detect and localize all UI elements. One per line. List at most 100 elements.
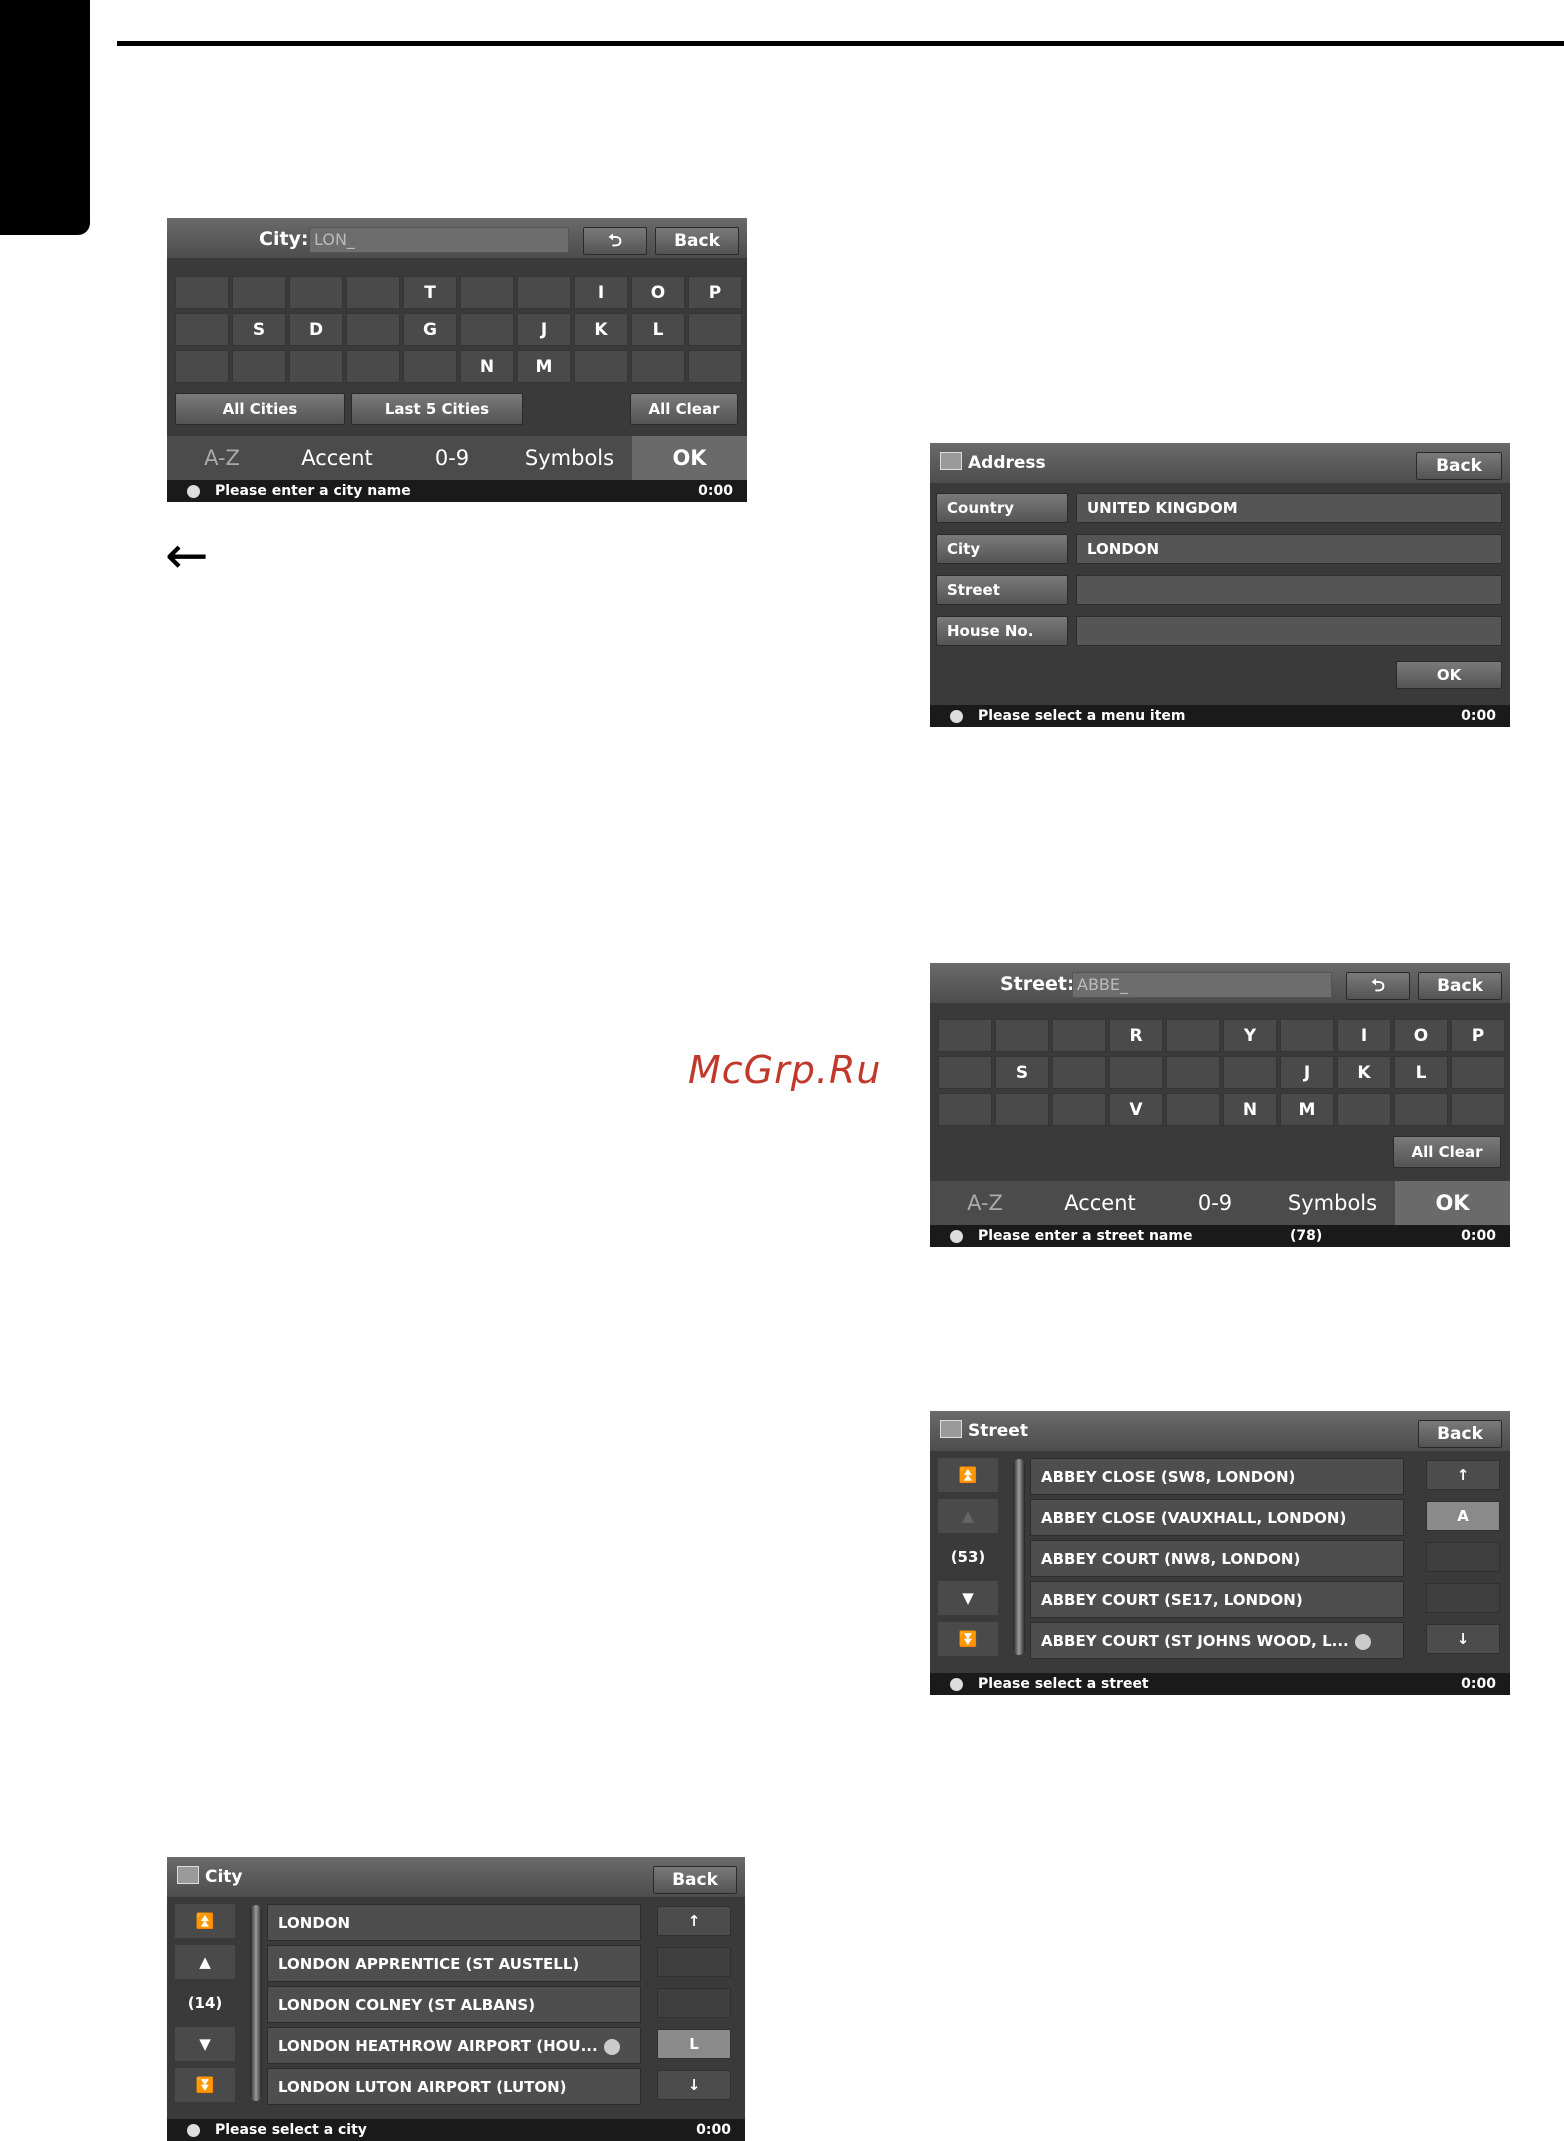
mode-accent[interactable]: Accent <box>277 436 397 480</box>
letter-index-blank[interactable] <box>1426 1542 1500 1572</box>
key-blank[interactable] <box>1166 1019 1220 1052</box>
page-up-top-button[interactable]: ⏫ <box>175 1904 235 1938</box>
key-blank[interactable] <box>232 276 286 309</box>
all-clear-button[interactable]: All Clear <box>630 393 738 425</box>
city-button[interactable]: City <box>936 534 1068 564</box>
mode-accent[interactable]: Accent <box>1040 1181 1160 1225</box>
list-item[interactable]: LONDON APPRENTICE (ST AUSTELL) <box>267 1945 641 1982</box>
key-blank[interactable] <box>346 276 400 309</box>
backspace-button[interactable]: ⮌ <box>583 227 647 255</box>
street-button[interactable]: Street <box>936 575 1068 605</box>
key-blank[interactable] <box>289 350 343 383</box>
street-input[interactable]: ABBE_ <box>1072 972 1332 998</box>
key-blank[interactable] <box>517 276 571 309</box>
key-v[interactable]: V <box>1109 1093 1163 1126</box>
scrollbar[interactable] <box>1013 1459 1025 1655</box>
key-y[interactable]: Y <box>1223 1019 1277 1052</box>
key-s[interactable]: S <box>232 313 286 346</box>
key-blank[interactable] <box>460 313 514 346</box>
page-down-bottom-button[interactable]: ⏬ <box>175 2068 235 2102</box>
key-blank[interactable] <box>1109 1056 1163 1089</box>
key-blank[interactable] <box>232 350 286 383</box>
key-blank[interactable] <box>1451 1093 1505 1126</box>
back-button[interactable]: Back <box>1416 452 1502 480</box>
key-blank[interactable] <box>175 313 229 346</box>
key-i[interactable]: I <box>574 276 628 309</box>
back-button[interactable]: Back <box>1418 1420 1502 1448</box>
key-blank[interactable] <box>403 350 457 383</box>
key-n[interactable]: N <box>1223 1093 1277 1126</box>
key-blank[interactable] <box>175 350 229 383</box>
key-m[interactable]: M <box>517 350 571 383</box>
street-field[interactable] <box>1076 575 1502 605</box>
page-up-button[interactable]: ▲ <box>175 1945 235 1979</box>
key-blank[interactable] <box>1052 1093 1106 1126</box>
list-item[interactable]: LONDON <box>267 1904 641 1941</box>
mode-a-z[interactable]: A-Z <box>930 1181 1040 1225</box>
back-button[interactable]: Back <box>655 227 739 255</box>
list-item[interactable]: ABBEY COURT (SE17, LONDON) <box>1030 1581 1404 1618</box>
letter-index-blank[interactable] <box>657 1988 731 2018</box>
key-blank[interactable] <box>1166 1093 1220 1126</box>
key-g[interactable]: G <box>403 313 457 346</box>
scroll-up-button[interactable]: ↑ <box>1426 1460 1500 1490</box>
city-input[interactable]: LON_ <box>309 227 569 253</box>
key-blank[interactable] <box>460 276 514 309</box>
page-down-bottom-button[interactable]: ⏬ <box>938 1622 998 1656</box>
key-blank[interactable] <box>688 313 742 346</box>
key-blank[interactable] <box>175 276 229 309</box>
key-l[interactable]: L <box>631 313 685 346</box>
key-j[interactable]: J <box>517 313 571 346</box>
list-item[interactable]: ABBEY CLOSE (VAUXHALL, LONDON) <box>1030 1499 1404 1536</box>
key-blank[interactable] <box>1052 1056 1106 1089</box>
mode-a-z[interactable]: A-Z <box>167 436 277 480</box>
house-no-button[interactable]: House No. <box>936 616 1068 646</box>
mode-symbols[interactable]: Symbols <box>1270 1181 1395 1225</box>
key-p[interactable]: P <box>688 276 742 309</box>
key-blank[interactable] <box>1052 1019 1106 1052</box>
key-i[interactable]: I <box>1337 1019 1391 1052</box>
page-down-button[interactable]: ▼ <box>175 2027 235 2061</box>
key-blank[interactable] <box>1394 1093 1448 1126</box>
house-no-field[interactable] <box>1076 616 1502 646</box>
ok-button[interactable]: OK <box>1396 661 1502 689</box>
last-5-cities-button[interactable]: Last 5 Cities <box>351 393 523 425</box>
list-item[interactable]: LONDON HEATHROW AIRPORT (HOU... <box>267 2027 641 2064</box>
key-blank[interactable] <box>1451 1056 1505 1089</box>
key-blank[interactable] <box>688 350 742 383</box>
key-blank[interactable] <box>1280 1019 1334 1052</box>
list-item[interactable]: LONDON COLNEY (ST ALBANS) <box>267 1986 641 2023</box>
key-l[interactable]: L <box>1394 1056 1448 1089</box>
key-o[interactable]: O <box>1394 1019 1448 1052</box>
key-o[interactable]: O <box>631 276 685 309</box>
key-t[interactable]: T <box>403 276 457 309</box>
letter-index-blank[interactable] <box>657 1947 731 1977</box>
backspace-button[interactable]: ⮌ <box>1346 972 1410 1000</box>
list-item[interactable]: LONDON LUTON AIRPORT (LUTON) <box>267 2068 641 2105</box>
key-d[interactable]: D <box>289 313 343 346</box>
mode-0-9[interactable]: 0-9 <box>397 436 507 480</box>
key-blank[interactable] <box>1337 1093 1391 1126</box>
page-up-top-button[interactable]: ⏫ <box>938 1458 998 1492</box>
letter-index-button[interactable]: L <box>657 2029 731 2059</box>
key-k[interactable]: K <box>574 313 628 346</box>
country-button[interactable]: Country <box>936 493 1068 523</box>
key-p[interactable]: P <box>1451 1019 1505 1052</box>
key-blank[interactable] <box>938 1019 992 1052</box>
page-down-button[interactable]: ▼ <box>938 1581 998 1615</box>
mode-symbols[interactable]: Symbols <box>507 436 632 480</box>
letter-index-blank[interactable] <box>1426 1583 1500 1613</box>
key-j[interactable]: J <box>1280 1056 1334 1089</box>
key-s[interactable]: S <box>995 1056 1049 1089</box>
list-item[interactable]: ABBEY COURT (ST JOHNS WOOD, L... <box>1030 1622 1404 1659</box>
back-button[interactable]: Back <box>1418 972 1502 1000</box>
scrollbar[interactable] <box>250 1905 262 2101</box>
key-blank[interactable] <box>574 350 628 383</box>
all-cities-button[interactable]: All Cities <box>175 393 345 425</box>
key-blank[interactable] <box>289 276 343 309</box>
letter-index-button[interactable]: A <box>1426 1501 1500 1531</box>
scroll-down-button[interactable]: ↓ <box>1426 1624 1500 1654</box>
key-blank[interactable] <box>938 1056 992 1089</box>
key-blank[interactable] <box>995 1093 1049 1126</box>
mode-0-9[interactable]: 0-9 <box>1160 1181 1270 1225</box>
